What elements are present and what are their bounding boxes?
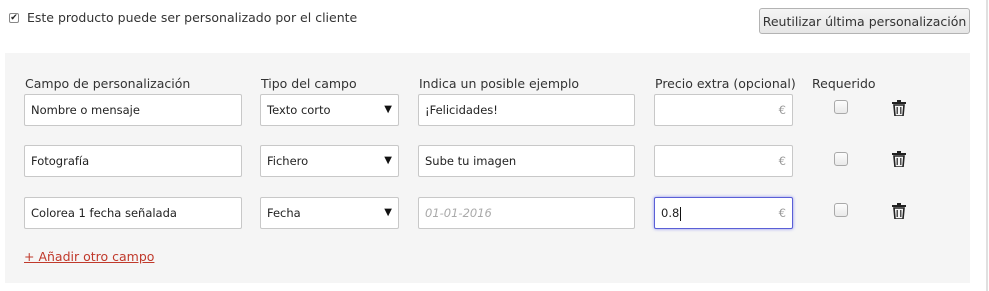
- add-field-link[interactable]: + Añadir otro campo: [24, 249, 154, 264]
- euro-icon: €: [778, 206, 786, 220]
- trash-icon[interactable]: [892, 151, 906, 167]
- customizable-checkbox[interactable]: ✔: [9, 13, 19, 23]
- field-example-input[interactable]: Sube tu imagen: [418, 145, 635, 177]
- trash-icon[interactable]: [892, 203, 906, 219]
- customizable-label: Este producto puede ser personalizado po…: [27, 10, 358, 25]
- field-name-input[interactable]: Colorea 1 fecha señalada: [24, 197, 242, 229]
- euro-icon: €: [778, 103, 786, 117]
- field-example-input[interactable]: 01-01-2016: [418, 197, 635, 229]
- dropdown-arrow-icon: ▼: [384, 155, 392, 166]
- column-header-required: Requerido: [812, 76, 876, 91]
- field-required-checkbox[interactable]: [834, 203, 848, 217]
- field-price-input[interactable]: 0.8 €: [654, 197, 793, 229]
- column-header-field: Campo de personalización: [25, 76, 191, 91]
- reuse-last-customization-button[interactable]: Reutilizar última personalización: [759, 8, 970, 34]
- euro-icon: €: [778, 154, 786, 168]
- product-customization-toggle-row: ✔ Este producto puede ser personalizado …: [0, 0, 989, 44]
- field-name-input[interactable]: Nombre o mensaje: [24, 94, 242, 126]
- field-required-checkbox[interactable]: [834, 100, 848, 114]
- field-price-value: 0.8: [661, 206, 680, 220]
- text-cursor: [680, 206, 682, 221]
- field-type-select[interactable]: Fecha ▼: [260, 197, 399, 229]
- field-type-select[interactable]: Fichero ▼: [260, 145, 399, 177]
- field-type-value: Fecha: [267, 206, 301, 220]
- field-required-checkbox[interactable]: [834, 152, 848, 166]
- column-header-type: Tipo del campo: [261, 76, 357, 91]
- field-price-input[interactable]: €: [654, 94, 793, 126]
- scrollbar-track: [986, 0, 988, 291]
- dropdown-arrow-icon: ▼: [384, 104, 392, 115]
- field-example-input[interactable]: ¡Felicidades!: [418, 94, 635, 126]
- field-name-input[interactable]: Fotografía: [24, 145, 242, 177]
- column-header-example: Indica un posible ejemplo: [419, 76, 580, 91]
- field-type-select[interactable]: Texto corto ▼: [260, 94, 399, 126]
- field-price-input[interactable]: €: [654, 145, 793, 177]
- field-type-value: Texto corto: [267, 103, 331, 117]
- dropdown-arrow-icon: ▼: [384, 207, 392, 218]
- field-type-value: Fichero: [267, 154, 309, 168]
- column-header-price: Precio extra (opcional): [655, 76, 796, 91]
- trash-icon[interactable]: [892, 100, 906, 116]
